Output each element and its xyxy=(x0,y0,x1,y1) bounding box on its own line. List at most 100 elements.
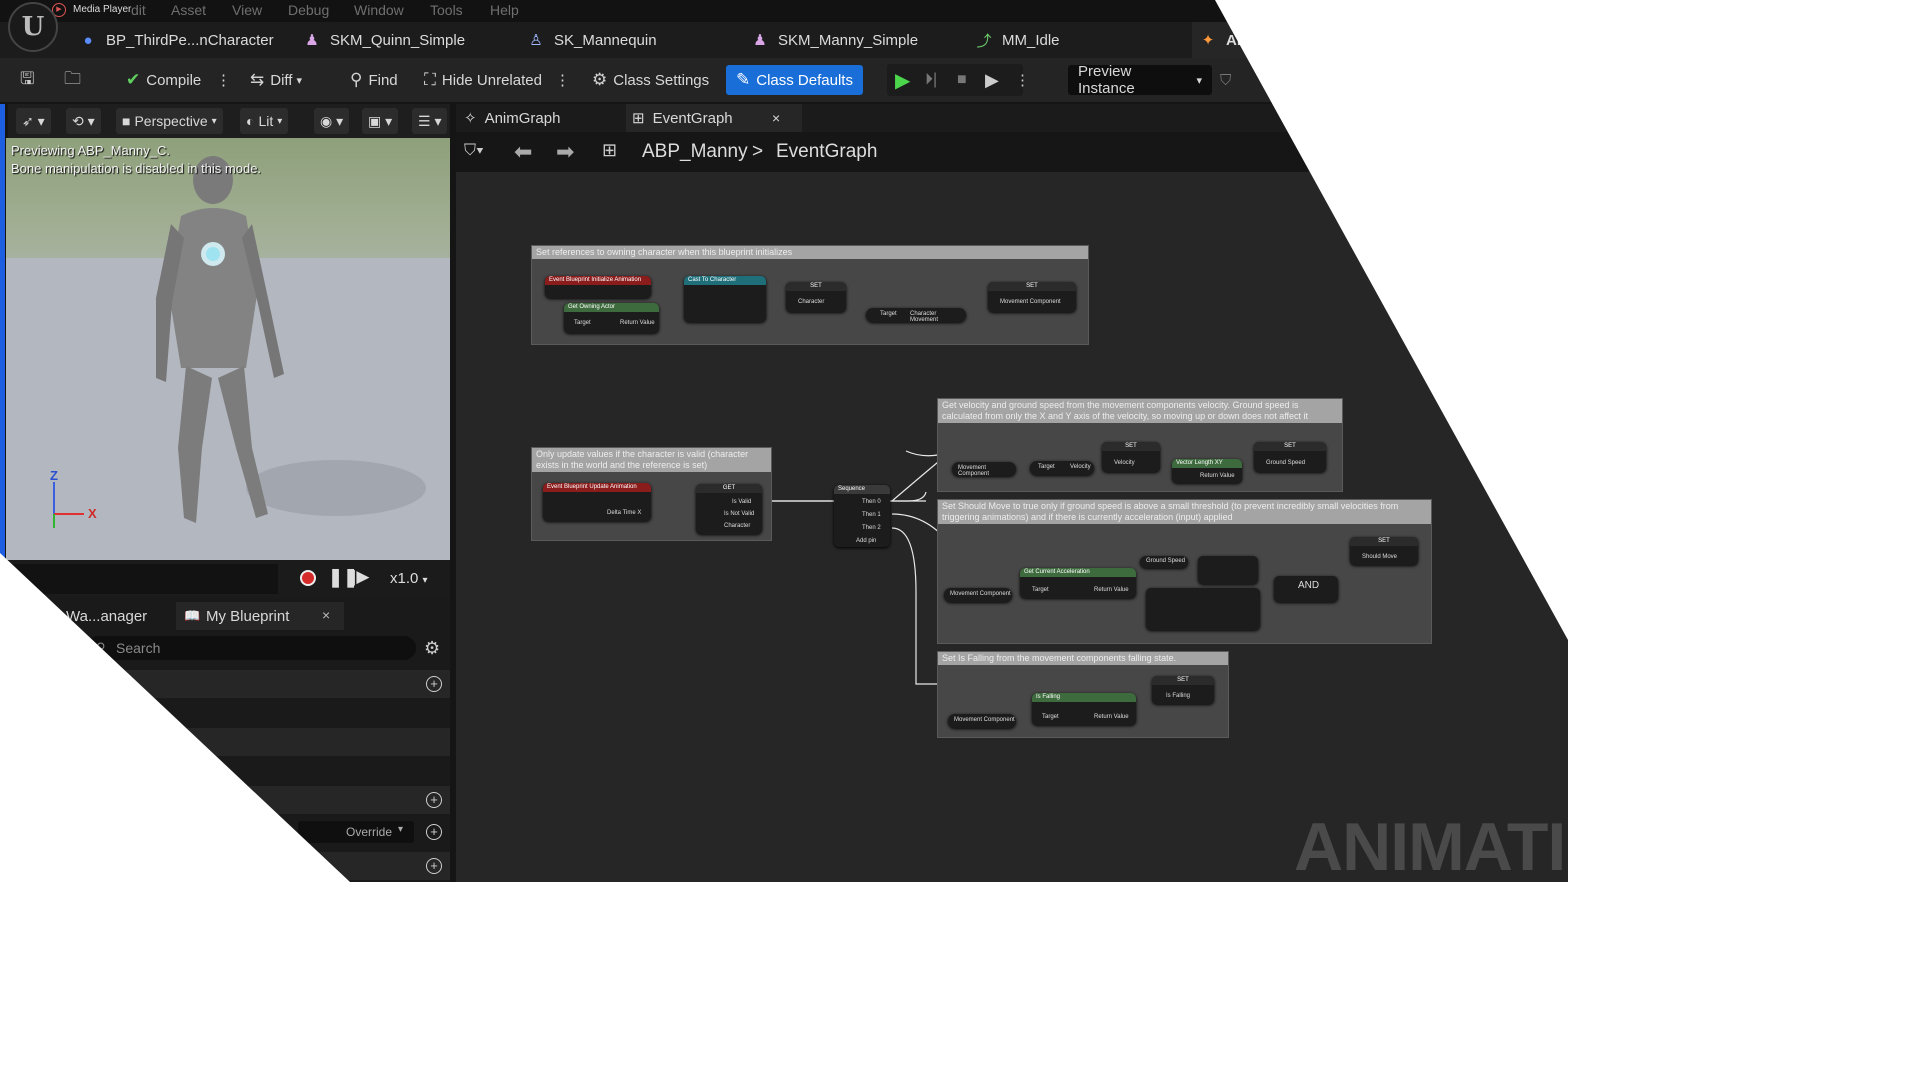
pin-label: Target xyxy=(1038,464,1055,470)
section-row[interactable] xyxy=(6,728,450,756)
set-velocity-node[interactable]: SET Velocity xyxy=(1102,442,1160,472)
more-options-button[interactable]: ⋮ xyxy=(555,66,570,94)
stop-icon[interactable]: ■ xyxy=(957,71,967,89)
set-ground-speed-node[interactable]: SET Ground Speed xyxy=(1254,442,1326,472)
tab-watch-manager[interactable]: Wa...anager xyxy=(66,608,147,625)
class-settings-button[interactable]: ⚙ Class Settings xyxy=(592,66,709,94)
node-title: SET xyxy=(1350,537,1418,546)
menu-asset[interactable]: Asset xyxy=(171,2,206,18)
tab-mm-idle[interactable]: ⤴ MM_Idle xyxy=(976,22,1060,58)
section-row[interactable]: + xyxy=(6,670,450,698)
not-equal-node[interactable] xyxy=(1146,588,1260,630)
override-dropdown[interactable]: Override ▾ xyxy=(298,821,414,843)
unreal-logo-icon[interactable]: U xyxy=(8,2,58,52)
tab-eventgraph[interactable]: ⊞ EventGraph × xyxy=(626,104,802,132)
menu-tools[interactable]: Tools xyxy=(430,2,463,18)
breadcrumb-root[interactable]: ABP_Manny xyxy=(642,141,748,163)
save-button[interactable]: 🖫 xyxy=(20,66,40,94)
select-mode-button[interactable]: ➶ ▾ xyxy=(16,108,51,134)
timeline-scrubber[interactable] xyxy=(6,564,278,594)
compile-button[interactable]: ✔ Compile xyxy=(126,66,201,94)
and-node[interactable]: AND xyxy=(1274,576,1338,602)
forward-arrow-icon[interactable]: ➡ xyxy=(556,139,574,165)
tab-skm-quinn[interactable]: ♟ SKM_Quinn_Simple xyxy=(304,22,465,58)
record-button[interactable] xyxy=(300,570,316,586)
add-icon[interactable]: + xyxy=(426,858,442,874)
event-update-node[interactable]: Event Blueprint Update Animation Delta T… xyxy=(543,483,651,521)
play-options-icon[interactable]: ▶ xyxy=(985,70,999,91)
tab-animgraph[interactable]: ✧ AnimGraph xyxy=(464,104,560,132)
sequence-node[interactable]: Sequence Then 0 Then 1 Then 2 Add pin xyxy=(834,485,890,547)
menu-view[interactable]: View xyxy=(232,2,262,18)
bookmark-icon[interactable]: ⛉▾ xyxy=(464,142,484,160)
playback-speed-dropdown[interactable]: x1.0 ▾ xyxy=(390,570,428,587)
lit-dropdown[interactable]: ◐ Lit ▾ xyxy=(240,108,289,134)
viewport-menu-button[interactable]: ☰ ▾ xyxy=(412,108,448,134)
tab-bp-thirdperson[interactable]: ● BP_ThirdPe...nCharacter xyxy=(80,22,273,58)
section-row[interactable]: + xyxy=(6,786,450,814)
character-movement-node[interactable]: Target Character Movement xyxy=(866,308,966,323)
menu-help[interactable]: Help xyxy=(490,2,519,18)
get-current-acceleration-node[interactable]: Get Current Acceleration Target Return V… xyxy=(1020,568,1136,598)
perspective-dropdown[interactable]: ■ Perspective ▾ xyxy=(116,108,223,134)
debug-filter-icon: ⛉ xyxy=(1220,71,1232,89)
add-icon[interactable]: + xyxy=(426,824,442,840)
set-is-falling-node[interactable]: SET Is Falling xyxy=(1152,676,1214,704)
hide-unrelated-button[interactable]: ⛶ Hide Unrelated xyxy=(424,66,542,94)
cast-to-character-node[interactable]: Cast To Character xyxy=(684,276,766,322)
back-arrow-icon[interactable]: ⬅ xyxy=(514,139,532,165)
add-icon[interactable]: + xyxy=(426,676,442,692)
find-button[interactable]: ⚲ Find xyxy=(350,66,398,94)
browse-button[interactable]: 🗀 xyxy=(64,66,87,94)
settings-gear-icon[interactable]: ⚙ xyxy=(424,638,440,659)
event-graph-canvas[interactable]: Set references to owning character when … xyxy=(456,172,1568,882)
is-falling-function-node[interactable]: Is Falling Target Return Value xyxy=(1032,693,1136,725)
tab-skm-manny[interactable]: ♟ SKM_Manny_Simple xyxy=(752,22,918,58)
menu-edit[interactable]: dit xyxy=(131,2,146,18)
watermark-text: ANIMATIO xyxy=(1294,809,1568,882)
movement-component-getter[interactable]: Movement Component xyxy=(952,462,1016,477)
preview-viewport[interactable]: Previewing ABP_Manny_C. Bone manipulatio… xyxy=(6,138,450,560)
set-movement-node[interactable]: SET Movement Component xyxy=(988,282,1076,312)
set-should-move-node[interactable]: SET Should Move xyxy=(1350,537,1418,565)
movement-component-getter[interactable]: Movement Component xyxy=(948,714,1016,728)
tab-label: MM_Idle xyxy=(1002,31,1060,49)
show-dropdown[interactable]: ◉ ▾ xyxy=(314,108,350,134)
menu-window[interactable]: Window xyxy=(354,2,404,18)
breadcrumb-leaf[interactable]: EventGraph xyxy=(776,141,877,163)
perspective-label: Perspective xyxy=(134,113,208,129)
comment-title: Only update values if the character is v… xyxy=(532,448,771,472)
debug-object-button[interactable]: ⛉ xyxy=(1220,66,1231,94)
step-forward-button[interactable]: |▶ xyxy=(352,567,370,587)
velocity-getter[interactable]: Target Velocity xyxy=(1030,461,1094,475)
close-icon[interactable]: × xyxy=(322,607,330,623)
ground-speed-getter[interactable]: Ground Speed xyxy=(1140,556,1188,568)
pin-label: Target xyxy=(880,311,897,317)
event-init-node[interactable]: Event Blueprint Initialize Animation xyxy=(545,276,651,298)
diff-button[interactable]: ⇆ Diff ▾ xyxy=(250,66,302,94)
preview-instance-dropdown[interactable]: Preview Instance ▾ xyxy=(1068,63,1212,97)
vector-length-node[interactable]: Vector Length XY Return Value xyxy=(1172,459,1242,483)
menu-debug[interactable]: Debug xyxy=(288,2,329,18)
functions-row[interactable]: Override ▾ + xyxy=(6,818,450,846)
greater-than-node[interactable] xyxy=(1198,556,1258,584)
is-valid-node[interactable]: GET Is Valid Is Not Valid Character xyxy=(696,484,762,534)
compile-options-button[interactable]: ⋮ xyxy=(216,66,231,94)
class-defaults-button[interactable]: ✎ Class Defaults xyxy=(726,65,863,95)
play-icon[interactable]: ▶ xyxy=(895,68,910,93)
set-character-node[interactable]: SET Character xyxy=(786,282,846,312)
tab-abp-manny[interactable]: ✦ ABP_M xyxy=(1192,22,1320,58)
section-row[interactable]: + xyxy=(6,852,450,880)
transform-button[interactable]: ⟲ ▾ xyxy=(66,108,101,134)
view-options-button[interactable]: ▣ ▾ xyxy=(362,108,399,134)
tab-sk-mannequin[interactable]: ♙ SK_Mannequin xyxy=(528,22,656,58)
step-icon[interactable]: ⏵| xyxy=(925,71,937,89)
search-input[interactable]: ⚲ Search xyxy=(86,636,416,660)
close-icon[interactable]: × xyxy=(772,110,780,126)
main-toolbar: 🖫 🗀 ✔ Compile ⋮ ⇆ Diff ▾ ⚲ Find ⛶ Hide U… xyxy=(0,58,1568,102)
add-icon[interactable]: + xyxy=(426,792,442,808)
kebab-menu-icon[interactable]: ⋮ xyxy=(1015,71,1030,89)
movement-component-getter[interactable]: Movement Component xyxy=(944,588,1012,602)
get-owning-actor-node[interactable]: Get Owning Actor Target Return Value xyxy=(564,303,659,333)
tab-my-blueprint[interactable]: 📖 My Blueprint × xyxy=(176,602,344,630)
